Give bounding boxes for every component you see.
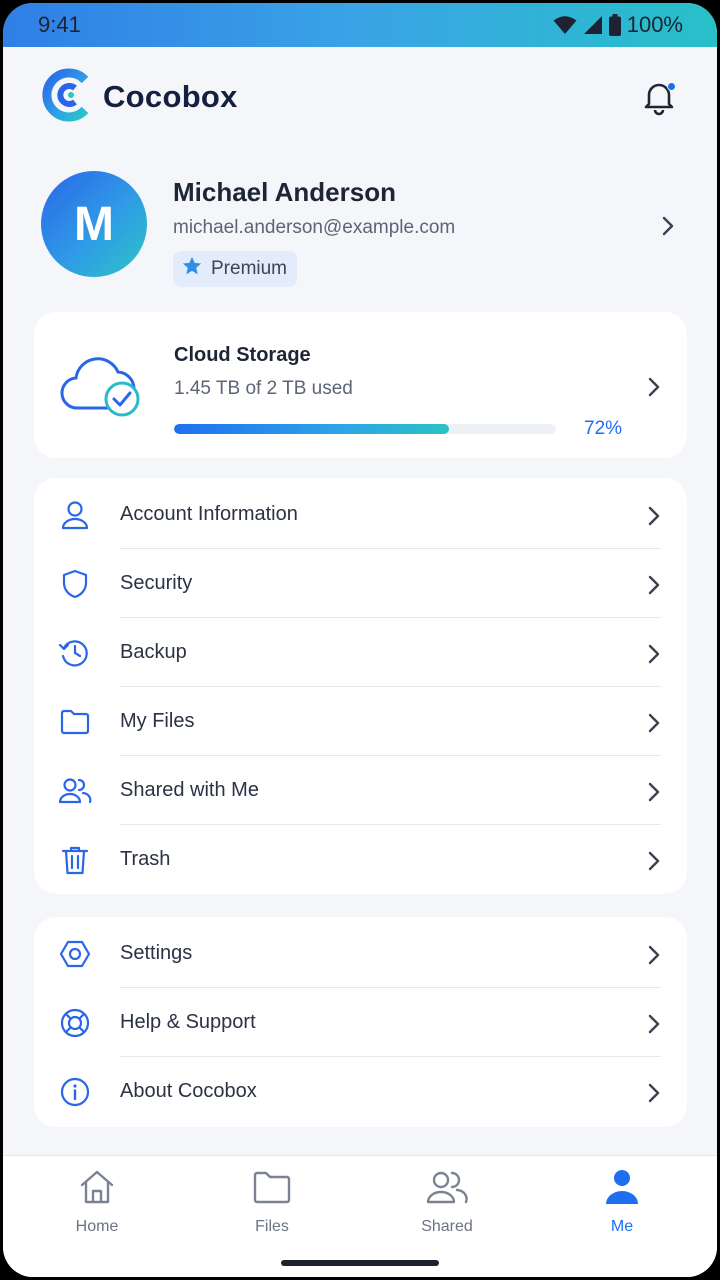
menu-item-label: Help & Support <box>120 1011 256 1033</box>
chevron-right-icon <box>647 712 661 739</box>
tab-shared[interactable]: Shared <box>387 1168 507 1248</box>
tab-me[interactable]: Me <box>562 1168 682 1248</box>
menu-item-label: My Files <box>120 710 195 732</box>
chevron-right-icon <box>661 215 675 242</box>
chevron-right-icon <box>647 574 661 601</box>
chevron-right-icon <box>647 781 661 808</box>
tab-label: Files <box>255 1218 289 1235</box>
menu-item-label: Account Information <box>120 503 298 525</box>
tab-label: Me <box>610 1218 634 1235</box>
menu-item-help-support[interactable]: Help & Support <box>34 988 687 1057</box>
users-icon <box>58 774 92 808</box>
shield-icon <box>58 567 92 601</box>
tab-label: Home <box>75 1218 119 1235</box>
menu-item-settings[interactable]: Settings <box>34 919 687 988</box>
storage-card[interactable]: Cloud Storage 1.45 TB of 2 TB used 72% <box>34 312 687 458</box>
lifebuoy-icon <box>58 1006 92 1040</box>
premium-label: Premium <box>211 258 288 279</box>
device-frame: 9:41 100% Cocobox M Michael Anderson mic… <box>0 0 720 1280</box>
app-name: Cocobox <box>103 79 238 114</box>
tab-label: Shared <box>421 1218 473 1235</box>
status-bar: 9:41 100% <box>3 3 717 47</box>
chevron-right-icon <box>647 850 661 877</box>
user-icon <box>58 498 92 532</box>
profile-section[interactable]: M Michael Anderson michael.anderson@exam… <box>41 171 681 287</box>
bell-icon <box>639 83 679 121</box>
settings-icon <box>58 937 92 971</box>
menu-item-account-information[interactable]: Account Information <box>34 480 687 549</box>
premium-badge: Premium <box>173 251 298 287</box>
menu-secondary: Settings Help & Support About Cocobox <box>34 917 687 1127</box>
folder-icon <box>252 1169 292 1210</box>
bottom-tab-bar: Home Files Shared Me <box>3 1155 717 1277</box>
notification-dot <box>667 82 676 91</box>
chevron-right-icon <box>647 1013 661 1040</box>
menu-primary: Account Information Security Backup My F… <box>34 478 687 894</box>
chevron-right-icon <box>647 944 661 971</box>
menu-item-backup[interactable]: Backup <box>34 618 687 687</box>
trash-icon <box>58 843 92 877</box>
star-icon <box>181 255 203 283</box>
menu-item-trash[interactable]: Trash <box>34 825 687 894</box>
menu-item-my-files[interactable]: My Files <box>34 687 687 756</box>
cloud-check-icon <box>60 348 144 423</box>
signal-icon <box>583 15 603 35</box>
chevron-right-icon <box>647 1082 661 1109</box>
menu-item-label: Settings <box>120 942 193 964</box>
tab-home[interactable]: Home <box>37 1168 157 1248</box>
chevron-right-icon <box>647 376 661 403</box>
storage-progress-fill <box>174 424 450 434</box>
users-icon <box>426 1168 468 1211</box>
folder-icon <box>58 705 92 739</box>
battery-percent: 100% <box>626 12 683 37</box>
chevron-right-icon <box>647 505 661 532</box>
profile-name: Michael Anderson <box>173 177 396 207</box>
battery-icon <box>608 14 621 36</box>
storage-title: Cloud Storage <box>174 344 311 366</box>
user-icon <box>604 1168 640 1211</box>
storage-used-text: 1.45 TB of 2 TB used <box>174 378 353 399</box>
profile-email: michael.anderson@example.com <box>173 217 456 238</box>
status-time: 9:41 <box>38 12 81 37</box>
menu-item-label: About Cocobox <box>120 1080 257 1102</box>
app-header: Cocobox <box>3 47 717 147</box>
cocobox-logo-icon <box>41 68 91 127</box>
avatar: M <box>41 171 147 277</box>
home-indicator <box>281 1260 439 1266</box>
chevron-right-icon <box>647 643 661 670</box>
menu-item-about[interactable]: About Cocobox <box>34 1057 687 1126</box>
menu-item-label: Backup <box>120 641 187 663</box>
status-icons: 100% <box>553 12 683 38</box>
menu-item-label: Shared with Me <box>120 779 259 801</box>
menu-item-security[interactable]: Security <box>34 549 687 618</box>
info-icon <box>58 1075 92 1109</box>
menu-item-label: Security <box>120 572 193 594</box>
menu-item-label: Trash <box>120 848 171 870</box>
notifications-button[interactable] <box>639 77 679 117</box>
storage-progress-bar <box>174 424 556 434</box>
home-icon <box>78 1168 116 1211</box>
history-icon <box>58 636 92 670</box>
tab-files[interactable]: Files <box>212 1168 332 1248</box>
wifi-icon <box>553 15 577 35</box>
storage-percent: 72% <box>584 418 623 439</box>
brand: Cocobox <box>41 68 238 127</box>
screen: 9:41 100% Cocobox M Michael Anderson mic… <box>3 3 717 1277</box>
menu-item-shared-with-me[interactable]: Shared with Me <box>34 756 687 825</box>
